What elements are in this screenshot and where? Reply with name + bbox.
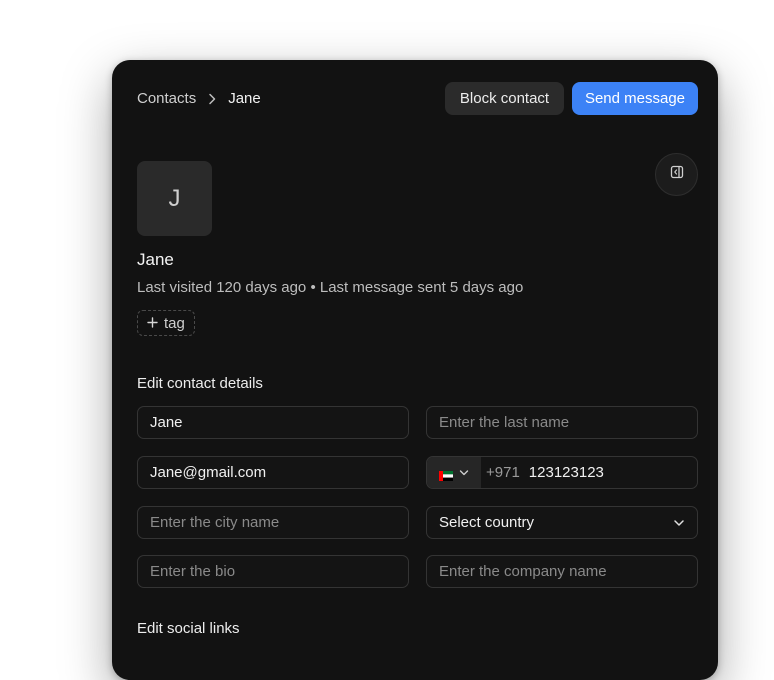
- company-input[interactable]: [427, 556, 697, 587]
- country-select[interactable]: Select country: [426, 506, 698, 539]
- contact-meta: Last visited 120 days ago • Last message…: [137, 279, 524, 296]
- breadcrumb-current: Jane: [228, 90, 261, 107]
- last-name-input[interactable]: [427, 407, 697, 438]
- contact-panel: Contacts Jane Block contact Send message…: [112, 60, 718, 680]
- phone-dial-code: +971: [486, 464, 520, 481]
- edit-contact-details-title: Edit contact details: [137, 375, 263, 392]
- phone-field[interactable]: +971: [426, 456, 698, 489]
- bio-field[interactable]: [137, 555, 409, 588]
- add-tag-button[interactable]: tag: [137, 310, 195, 336]
- first-name-field[interactable]: [137, 406, 409, 439]
- chevron-down-icon: [459, 464, 469, 481]
- send-message-button[interactable]: Send message: [572, 82, 698, 115]
- sidebar-collapse-button[interactable]: [655, 153, 698, 196]
- plus-icon: [147, 315, 158, 332]
- country-select-value: Select country: [439, 514, 535, 531]
- city-input[interactable]: [138, 507, 408, 538]
- chevron-right-icon: [206, 93, 218, 105]
- company-field[interactable]: [426, 555, 698, 588]
- block-contact-button[interactable]: Block contact: [445, 82, 564, 115]
- edit-social-links-title: Edit social links: [137, 620, 240, 637]
- city-field[interactable]: [137, 506, 409, 539]
- sidebar-collapse-icon: [670, 165, 684, 184]
- avatar: J: [137, 161, 212, 236]
- email-field[interactable]: [137, 456, 409, 489]
- last-name-field[interactable]: [426, 406, 698, 439]
- contact-name: Jane: [137, 250, 174, 269]
- phone-country-select[interactable]: [427, 457, 481, 488]
- uae-flag-icon: [439, 468, 453, 481]
- chevron-down-icon: [673, 514, 685, 531]
- bio-input[interactable]: [138, 556, 408, 587]
- email-input[interactable]: [138, 457, 408, 488]
- add-tag-label: tag: [164, 314, 185, 332]
- breadcrumb-contacts[interactable]: Contacts: [137, 90, 196, 108]
- breadcrumb: Contacts Jane: [137, 90, 261, 108]
- phone-input[interactable]: [519, 457, 697, 488]
- first-name-input[interactable]: [138, 407, 408, 438]
